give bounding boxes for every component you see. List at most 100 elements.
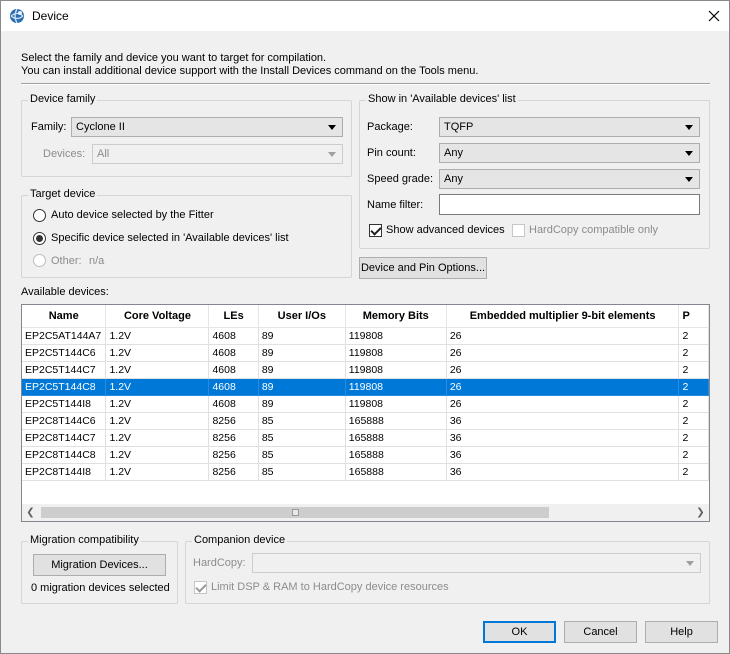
other-device-radio[interactable] (33, 254, 46, 267)
cell-p: 2 (678, 446, 709, 464)
cell-p: 2 (678, 412, 709, 430)
cell-name: EP2C5T144C8 (22, 378, 107, 396)
cell-memory-bits: 165888 (345, 429, 447, 447)
other-device-value: n/a (89, 255, 105, 267)
cell-les: 8256 (208, 429, 259, 447)
cell-les: 4608 (208, 327, 259, 345)
column-header-p[interactable]: P (678, 305, 709, 328)
ok-button[interactable]: OK (483, 621, 556, 643)
column-header-name[interactable]: Name (22, 305, 107, 328)
cell-multipliers: 36 (446, 429, 680, 447)
cell-name: EP2C5T144I8 (22, 395, 107, 413)
available-devices-label: Available devices: (21, 286, 109, 298)
speed-grade-select[interactable]: Any (439, 169, 700, 189)
title-bar: Device (1, 1, 729, 31)
hardcopy-select[interactable] (252, 553, 701, 573)
devices-select[interactable]: All (92, 144, 343, 164)
cell-name: EP2C8T144C8 (22, 446, 107, 464)
scrollbar-thumb[interactable] (41, 507, 549, 518)
table-row[interactable]: EP2C8T144C8 1.2V 8256 85 165888 36 2 (22, 446, 709, 464)
show-in-list-title: Show in 'Available devices' list (366, 93, 518, 105)
scroll-right-icon[interactable]: ❯ (692, 504, 709, 521)
cell-memory-bits: 119808 (345, 395, 447, 413)
table-row-selected[interactable]: EP2C5T144C8 1.2V 4608 89 119808 26 2 (22, 378, 709, 396)
cell-les: 8256 (208, 412, 259, 430)
cell-les: 8256 (208, 446, 259, 464)
cancel-button[interactable]: Cancel (564, 621, 637, 643)
devices-value: All (97, 148, 110, 160)
cell-user-ios: 89 (258, 378, 346, 396)
cell-les: 4608 (208, 344, 259, 362)
limit-dsp-ram-label: Limit DSP & RAM to HardCopy device resou… (211, 581, 449, 593)
name-filter-input[interactable] (439, 194, 700, 215)
cell-les: 8256 (208, 463, 259, 481)
cell-core-voltage: 1.2V (105, 412, 210, 430)
migration-devices-button[interactable]: Migration Devices... (33, 554, 166, 576)
package-select[interactable]: TQFP (439, 117, 700, 137)
table-row[interactable]: EP2C5T144C6 1.2V 4608 89 119808 26 2 (22, 344, 709, 362)
cell-p: 2 (678, 327, 709, 345)
chevron-down-icon (328, 125, 336, 130)
column-header-les[interactable]: LEs (208, 305, 259, 328)
column-header-user-ios[interactable]: User I/Os (258, 305, 346, 328)
cell-memory-bits: 165888 (345, 463, 447, 481)
device-pin-options-button[interactable]: Device and Pin Options... (359, 257, 487, 279)
cell-les: 4608 (208, 378, 259, 396)
table-row[interactable]: EP2C8T144C7 1.2V 8256 85 165888 36 2 (22, 429, 709, 447)
family-select[interactable]: Cyclone II (71, 117, 343, 137)
show-advanced-checkbox[interactable] (369, 224, 382, 237)
pin-count-select[interactable]: Any (439, 143, 700, 163)
table-row[interactable]: EP2C5AT144A7 1.2V 4608 89 119808 26 2 (22, 327, 709, 345)
companion-title: Companion device (192, 534, 288, 546)
cell-p: 2 (678, 395, 709, 413)
cell-core-voltage: 1.2V (105, 446, 210, 464)
horizontal-scrollbar[interactable]: ❮ ❯ (22, 504, 709, 521)
scroll-left-icon[interactable]: ❮ (22, 504, 39, 521)
cell-multipliers: 36 (446, 412, 680, 430)
intro-line-1: Select the family and device you want to… (21, 52, 327, 64)
auto-device-label[interactable]: Auto device selected by the Fitter (51, 209, 214, 221)
chevron-down-icon (328, 152, 336, 157)
column-header-core-voltage[interactable]: Core Voltage (105, 305, 210, 328)
cell-user-ios: 85 (258, 463, 346, 481)
chevron-down-icon (686, 561, 694, 566)
cell-name: EP2C8T144C6 (22, 412, 107, 430)
cell-core-voltage: 1.2V (105, 344, 210, 362)
cell-core-voltage: 1.2V (105, 361, 210, 379)
specific-device-label[interactable]: Specific device selected in 'Available d… (51, 232, 289, 244)
hardcopy-only-checkbox[interactable] (512, 224, 525, 237)
cell-p: 2 (678, 463, 709, 481)
cell-multipliers: 26 (446, 395, 680, 413)
chevron-down-icon (685, 151, 693, 156)
close-button[interactable] (699, 1, 729, 31)
cell-name: EP2C5T144C6 (22, 344, 107, 362)
specific-device-radio[interactable] (33, 232, 46, 245)
chevron-down-icon (685, 125, 693, 130)
grip-icon (292, 509, 299, 516)
cell-name: EP2C5T144C7 (22, 361, 107, 379)
cell-multipliers: 26 (446, 344, 680, 362)
companion-device-group: Companion device HardCopy: Limit DSP & R… (185, 534, 710, 604)
column-header-embedded-multiplier[interactable]: Embedded multiplier 9-bit elements (446, 305, 680, 328)
cell-name: EP2C8T144C7 (22, 429, 107, 447)
table-header-row: Name Core Voltage LEs User I/Os Memory B… (22, 305, 709, 328)
auto-device-radio[interactable] (33, 209, 46, 222)
help-button[interactable]: Help (645, 621, 718, 643)
target-device-title: Target device (28, 188, 98, 200)
cell-user-ios: 89 (258, 344, 346, 362)
table-row[interactable]: EP2C8T144I8 1.2V 8256 85 165888 36 2 (22, 463, 709, 481)
cell-p: 2 (678, 429, 709, 447)
cell-memory-bits: 119808 (345, 361, 447, 379)
table-row[interactable]: EP2C5T144I8 1.2V 4608 89 119808 26 2 (22, 395, 709, 413)
column-header-memory-bits[interactable]: Memory Bits (345, 305, 447, 328)
migration-status: 0 migration devices selected (31, 582, 170, 594)
available-devices-table[interactable]: Name Core Voltage LEs User I/Os Memory B… (21, 304, 710, 522)
cell-core-voltage: 1.2V (105, 395, 210, 413)
limit-dsp-ram-checkbox[interactable] (194, 581, 207, 594)
table-row[interactable]: EP2C5T144C7 1.2V 4608 89 119808 26 2 (22, 361, 709, 379)
cell-multipliers: 26 (446, 327, 680, 345)
cell-user-ios: 89 (258, 361, 346, 379)
show-advanced-label[interactable]: Show advanced devices (386, 224, 505, 236)
table-row[interactable]: EP2C8T144C6 1.2V 8256 85 165888 36 2 (22, 412, 709, 430)
name-filter-label: Name filter: (367, 199, 424, 211)
